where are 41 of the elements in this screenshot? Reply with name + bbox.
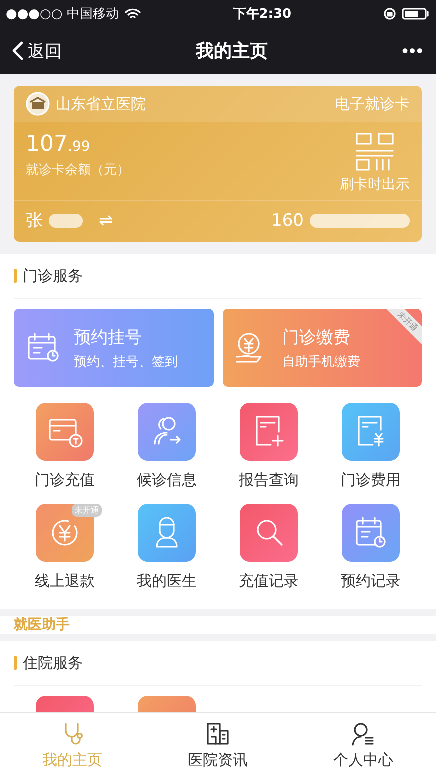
service-item[interactable]: 报告查询: [218, 403, 320, 490]
balance-label: 就诊卡余额（元）: [26, 162, 130, 179]
tab-bar-item[interactable]: 医院资讯: [145, 713, 291, 777]
section-title: 就医助手: [14, 616, 70, 634]
rotation-lock-icon: [384, 8, 396, 20]
back-button[interactable]: 返回: [12, 40, 62, 62]
carrier-text: ●●●○○ 中国移动: [6, 6, 119, 23]
redacted-block: [49, 214, 83, 228]
banner-title: 门诊缴费: [282, 326, 352, 348]
qr-hint-text: 刷卡时出示: [340, 176, 410, 194]
service-item[interactable]: 门诊充值: [14, 403, 116, 490]
hospital-name: 山东省立医院: [56, 94, 146, 114]
banner-subtitle: 预约、挂号、签到: [74, 354, 178, 370]
service-item[interactable]: 我的医生: [116, 504, 218, 591]
section-title: 门诊服务: [23, 266, 83, 286]
tab-bar-item[interactable]: 个人中心: [290, 713, 436, 777]
balance-decimal: .99: [68, 139, 90, 155]
section-title: 住院服务: [23, 654, 83, 672]
page-title: 我的主页: [196, 40, 268, 63]
service-item[interactable]: 充值记录: [218, 504, 320, 591]
wifi-icon: [124, 8, 141, 20]
section-marker: [14, 269, 17, 283]
clock-text: 下午2:30: [233, 6, 292, 23]
banner-subtitle: 自助手机缴费: [282, 354, 360, 370]
card-number: 160: [272, 210, 304, 230]
banner-title: 预约挂号: [74, 326, 143, 348]
card-holder-name: 张: [26, 210, 43, 232]
hospital-building-icon: [204, 720, 231, 746]
battery-icon: [402, 8, 430, 20]
service-item[interactable]: 预约记录: [320, 504, 422, 591]
calendar-clock-icon: [26, 331, 60, 365]
hospital-logo-icon: [26, 92, 50, 116]
chevron-left-icon: [12, 41, 24, 61]
section-marker: [14, 656, 17, 670]
card-type-label: 电子就诊卡: [335, 94, 410, 114]
service-item[interactable]: 候诊信息: [116, 403, 218, 490]
balance-amount: 107: [26, 132, 68, 157]
qr-code-icon: [355, 132, 395, 172]
service-item[interactable]: 门诊费用: [320, 403, 422, 490]
user-list-icon: [350, 720, 376, 746]
more-button[interactable]: •••: [402, 40, 424, 62]
